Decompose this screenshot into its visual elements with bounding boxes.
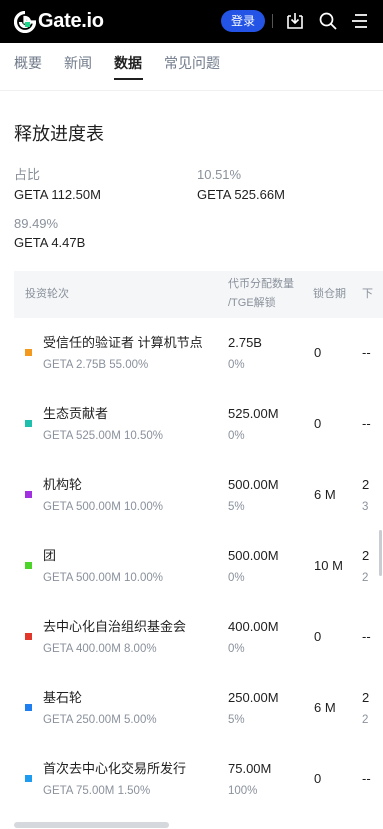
stat-label: 10.51% [197, 167, 242, 182]
allocation-amount: 2.75B [228, 335, 262, 350]
brand-name: Gate.io [38, 10, 104, 32]
round-detail: GETA 250.00M 5.00% [43, 714, 157, 726]
tab-news[interactable]: 新闻 [64, 54, 92, 72]
header-allocation: 代币分配数量 [228, 278, 294, 290]
round-name: 团 [43, 548, 57, 563]
table-row[interactable]: 受信任的验证者 计算机节点 GETA 2.75B 55.00% 2.75B 0%… [14, 319, 383, 390]
series-color-swatch [25, 633, 32, 640]
stat-value: GETA 112.50M [14, 187, 101, 202]
tabs-divider [0, 90, 383, 91]
next-unlock: -- [362, 771, 371, 786]
series-color-swatch [25, 704, 32, 711]
round-name: 去中心化自治组织基金会 [43, 619, 187, 634]
table-header: 投资轮次 代币分配数量 /TGE解锁 锁仓期 下 [14, 271, 383, 318]
round-name: 基石轮 [43, 690, 83, 705]
menu-icon[interactable] [350, 11, 370, 31]
tab-faq[interactable]: 常见问题 [164, 54, 220, 72]
section-title: 释放进度表 [14, 124, 104, 144]
content-tabs: 概要 新闻 数据 常见问题 [0, 43, 383, 83]
gate-logo[interactable]: Gate.io [14, 9, 104, 34]
table-row[interactable]: 机构轮 GETA 500.00M 10.00% 500.00M 5% 6 M 2… [14, 461, 383, 532]
tge-unlock: 0% [228, 643, 245, 655]
round-detail: GETA 525.00M 10.50% [43, 430, 163, 442]
tge-unlock: 0% [228, 359, 245, 371]
login-button[interactable]: 登录 [221, 10, 265, 32]
table-row[interactable]: 团 GETA 500.00M 10.00% 500.00M 0% 10 M 2 … [14, 532, 383, 603]
next-unlock: 2 [362, 548, 370, 563]
search-icon[interactable] [318, 11, 338, 31]
lock-period: 0 [314, 416, 322, 431]
tge-unlock: 100% [228, 785, 258, 797]
series-color-swatch [25, 349, 32, 356]
top-navigation-bar: Gate.io 登录 [0, 0, 383, 43]
tge-unlock: 0% [228, 572, 245, 584]
gate-logo-icon [14, 10, 36, 33]
header-round: 投资轮次 [25, 288, 69, 300]
round-detail: GETA 500.00M 10.00% [43, 572, 163, 584]
next-unlock-detail: 2 [362, 572, 369, 584]
series-color-swatch [25, 420, 32, 427]
download-icon[interactable] [285, 11, 305, 31]
series-color-swatch [25, 775, 32, 782]
round-name: 受信任的验证者 计算机节点 [43, 335, 203, 350]
round-detail: GETA 75.00M 1.50% [43, 785, 151, 797]
round-detail: GETA 500.00M 10.00% [43, 501, 163, 513]
lock-period: 0 [314, 771, 322, 786]
stat-value: GETA 525.66M [197, 187, 285, 202]
next-unlock: -- [362, 345, 371, 360]
table-row[interactable]: 基石轮 GETA 250.00M 5.00% 250.00M 5% 6 M 2 … [14, 674, 383, 745]
lock-period: 0 [314, 345, 322, 360]
tab-overview[interactable]: 概要 [14, 54, 42, 72]
round-detail: GETA 400.00M 8.00% [43, 643, 157, 655]
next-unlock-detail: 3 [362, 501, 369, 513]
next-unlock: -- [362, 416, 371, 431]
round-name: 生态贡献者 [43, 406, 109, 421]
header-tge: /TGE解锁 [228, 297, 276, 309]
next-unlock-detail: 2 [362, 714, 369, 726]
next-unlock: 2 [362, 690, 370, 705]
header-lock: 锁仓期 [313, 288, 346, 300]
allocation-amount: 500.00M [228, 548, 279, 563]
lock-period: 6 M [314, 700, 336, 715]
series-color-swatch [25, 562, 32, 569]
round-name: 机构轮 [43, 477, 83, 492]
series-color-swatch [25, 491, 32, 498]
round-detail: GETA 2.75B 55.00% [43, 359, 149, 371]
allocation-amount: 500.00M [228, 477, 279, 492]
active-tab-indicator [114, 78, 143, 80]
tge-unlock: 0% [228, 430, 245, 442]
allocation-amount: 250.00M [228, 690, 279, 705]
horizontal-scrollbar[interactable] [14, 822, 169, 828]
next-unlock: 2 [362, 477, 370, 492]
allocation-amount: 400.00M [228, 619, 279, 634]
table-row[interactable]: 首次去中心化交易所发行 GETA 75.00M 1.50% 75.00M 100… [14, 745, 383, 816]
stat-value: GETA 4.47B [14, 235, 86, 250]
vertical-scrollbar[interactable] [379, 530, 382, 576]
lock-period: 10 M [314, 558, 343, 573]
stat-label: 占比 [14, 167, 41, 182]
stat-label: 89.49% [14, 216, 59, 231]
header-divider [272, 14, 273, 28]
allocation-amount: 525.00M [228, 406, 279, 421]
lock-period: 0 [314, 629, 322, 644]
round-name: 首次去中心化交易所发行 [43, 761, 187, 776]
table-row[interactable]: 去中心化自治组织基金会 GETA 400.00M 8.00% 400.00M 0… [14, 603, 383, 674]
table-row[interactable]: 生态贡献者 GETA 525.00M 10.50% 525.00M 0% 0 -… [14, 390, 383, 461]
tge-unlock: 5% [228, 501, 245, 513]
lock-period: 6 M [314, 487, 336, 502]
tab-data[interactable]: 数据 [114, 54, 142, 72]
header-next: 下 [362, 288, 373, 300]
next-unlock: -- [362, 629, 371, 644]
tge-unlock: 5% [228, 714, 245, 726]
allocation-amount: 75.00M [228, 761, 272, 776]
